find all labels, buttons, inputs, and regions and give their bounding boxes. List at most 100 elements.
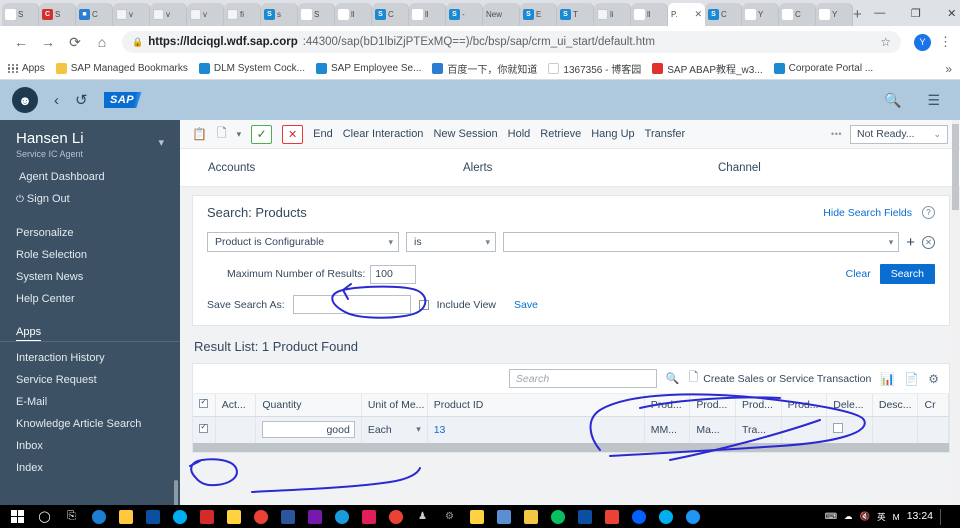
col-created[interactable]: Cr (917, 394, 949, 417)
overflow-icon[interactable]: ••• (831, 129, 842, 139)
maximize-button[interactable]: ❐ (898, 7, 934, 20)
hang-up-button[interactable]: Hang Up (591, 128, 634, 140)
browser-tab[interactable]: □ v (113, 3, 150, 26)
new-tab-button[interactable]: + (853, 3, 862, 26)
col-deletion[interactable]: Dele... (826, 394, 873, 417)
sidebar-item-knowledge-article-search[interactable]: Knowledge Article Search (0, 413, 180, 435)
save-link[interactable]: Save (514, 299, 538, 311)
person-icon[interactable]: ☻ (12, 87, 38, 113)
sidebar-item-system-news[interactable]: System News (0, 266, 180, 288)
col-quantity[interactable]: Quantity (255, 394, 362, 417)
hold-button[interactable]: Hold (508, 128, 531, 140)
search-field-select[interactable]: Product is Configurable ▾ (207, 232, 399, 252)
ime-mode-indicator[interactable]: M (893, 512, 900, 522)
chart-icon[interactable]: 📊 (880, 372, 895, 386)
sidebar-item-index[interactable]: Index (0, 457, 180, 479)
new-session-button[interactable]: New Session (433, 128, 497, 140)
export-icon[interactable]: 📄 (904, 372, 919, 386)
browser-tab[interactable]: ST (557, 3, 594, 26)
browser-tab[interactable]: ✦ Y (816, 3, 853, 26)
select-all-checkbox[interactable] (199, 397, 208, 408)
gear-icon[interactable]: ⚙ (928, 372, 939, 386)
address-bar[interactable]: 🔒 https://ldciqgl.wdf.sap.corp:44300/sap… (122, 31, 901, 53)
home-icon[interactable]: ⌂ (89, 29, 115, 55)
onenote-icon[interactable] (301, 505, 328, 528)
deletion-checkbox[interactable] (833, 423, 844, 434)
list-icon[interactable]: 🗋 (217, 124, 227, 145)
sidebar-item-email[interactable]: E-Mail (0, 391, 180, 413)
settings-icon[interactable]: ⚙ (436, 505, 463, 528)
profile-avatar[interactable]: Y (914, 33, 931, 51)
accept-button[interactable]: ✓ (251, 124, 273, 144)
sap-logon-icon[interactable] (220, 505, 247, 528)
browser-tab[interactable]: SC (372, 3, 409, 26)
chrome2-icon[interactable] (382, 505, 409, 528)
task-view-icon[interactable]: ⎘ (58, 505, 85, 528)
browser-tab[interactable]: Ss (261, 3, 298, 26)
acrobat-icon[interactable] (193, 505, 220, 528)
col-unit-of-measure[interactable]: Unit of Me... (361, 394, 428, 417)
chevron-down-icon[interactable]: ▾ (158, 136, 164, 149)
retrieve-button[interactable]: Retrieve (540, 128, 581, 140)
outlook-icon[interactable] (139, 505, 166, 528)
sidebar-item-inbox[interactable]: Inbox (0, 435, 180, 457)
browser-tab[interactable]: SC (705, 3, 742, 26)
mail-icon[interactable] (517, 505, 544, 528)
create-sales-or-service-transaction-button[interactable]: 🗋 Create Sales or Service Transaction (689, 368, 872, 389)
agent-status-select[interactable]: Not Ready... ⌄ (850, 124, 948, 144)
end-button[interactable]: End (313, 128, 333, 140)
sidebar-item-service-request[interactable]: Service Request (0, 369, 180, 391)
table-search-input[interactable]: Search (508, 369, 657, 388)
row-select-checkbox[interactable] (199, 422, 208, 433)
max-results-input[interactable]: 100 (370, 264, 417, 284)
keyboard-icon[interactable]: ⌨ (825, 511, 837, 522)
col-description[interactable]: Desc... (872, 394, 919, 417)
sync-icon[interactable] (652, 505, 679, 528)
show-desktop-icon[interactable] (940, 508, 950, 525)
table-horizontal-scrollbar[interactable] (193, 442, 949, 452)
browser-tab[interactable]: □ v (150, 3, 187, 26)
chrome-icon[interactable] (247, 505, 274, 528)
browser-tab-active[interactable]: P. ✕ (668, 3, 705, 26)
forward-icon[interactable]: → (35, 29, 61, 55)
browser-tab[interactable]: ✦ Y (742, 3, 779, 26)
back-icon[interactable]: ‹ (54, 92, 59, 109)
ie-icon[interactable] (328, 505, 355, 528)
browser-tab[interactable]: ● ll (631, 3, 668, 26)
bookmark-item[interactable]: Corporate Portal ... (773, 63, 873, 74)
bookmark-star-icon[interactable]: ☆ (880, 35, 891, 49)
nav-channel[interactable]: Channel (690, 162, 761, 174)
remove-criteria-icon[interactable]: ✕ (922, 235, 935, 249)
save-search-input[interactable] (292, 295, 411, 314)
chevron-down-icon[interactable]: ▾ (416, 424, 421, 435)
col-prod-1[interactable]: Prod... (644, 394, 691, 417)
search-icon[interactable]: ◯ (31, 505, 58, 528)
windows-icon[interactable] (4, 505, 31, 528)
bookmark-item[interactable]: SAP Managed Bookmarks (55, 63, 188, 74)
sidebar-item-role-selection[interactable]: Role Selection (0, 244, 180, 266)
browser-tab[interactable]: 文S (298, 3, 335, 26)
skype-icon[interactable] (166, 505, 193, 528)
close-window-button[interactable]: ✕ (934, 7, 960, 20)
include-view-checkbox[interactable] (418, 299, 429, 310)
browser-tab[interactable]: □ fi (224, 3, 261, 26)
cell-unit-of-measure[interactable]: Each ▾ (361, 416, 428, 443)
help-icon[interactable]: ? (922, 206, 935, 219)
search-icon[interactable]: 🔍 (666, 372, 680, 385)
browser-tab[interactable]: New (483, 3, 520, 26)
gmail-icon[interactable] (598, 505, 625, 528)
clock[interactable]: 13:24 (907, 510, 933, 522)
bookmark-item[interactable]: SAP ABAP教程_w3... (652, 61, 763, 76)
close-icon[interactable]: ✕ (694, 9, 702, 20)
minimize-button[interactable]: — (862, 7, 898, 19)
wechat-icon[interactable] (544, 505, 571, 528)
nav-accounts[interactable]: Accounts (180, 162, 435, 174)
search-operator-select[interactable]: is ▾ (406, 232, 496, 252)
transfer-button[interactable]: Transfer (645, 128, 686, 140)
edge-icon[interactable] (85, 505, 112, 528)
sidebar-item-agent-dashboard[interactable]: Agent Dashboard (0, 166, 180, 188)
browser-tab[interactable]: ✦ C (779, 3, 816, 26)
history-icon[interactable]: ↺ (75, 91, 88, 109)
people-icon[interactable]: ♟ (409, 505, 436, 528)
sidebar-item-interaction-history[interactable]: Interaction History (0, 347, 180, 369)
